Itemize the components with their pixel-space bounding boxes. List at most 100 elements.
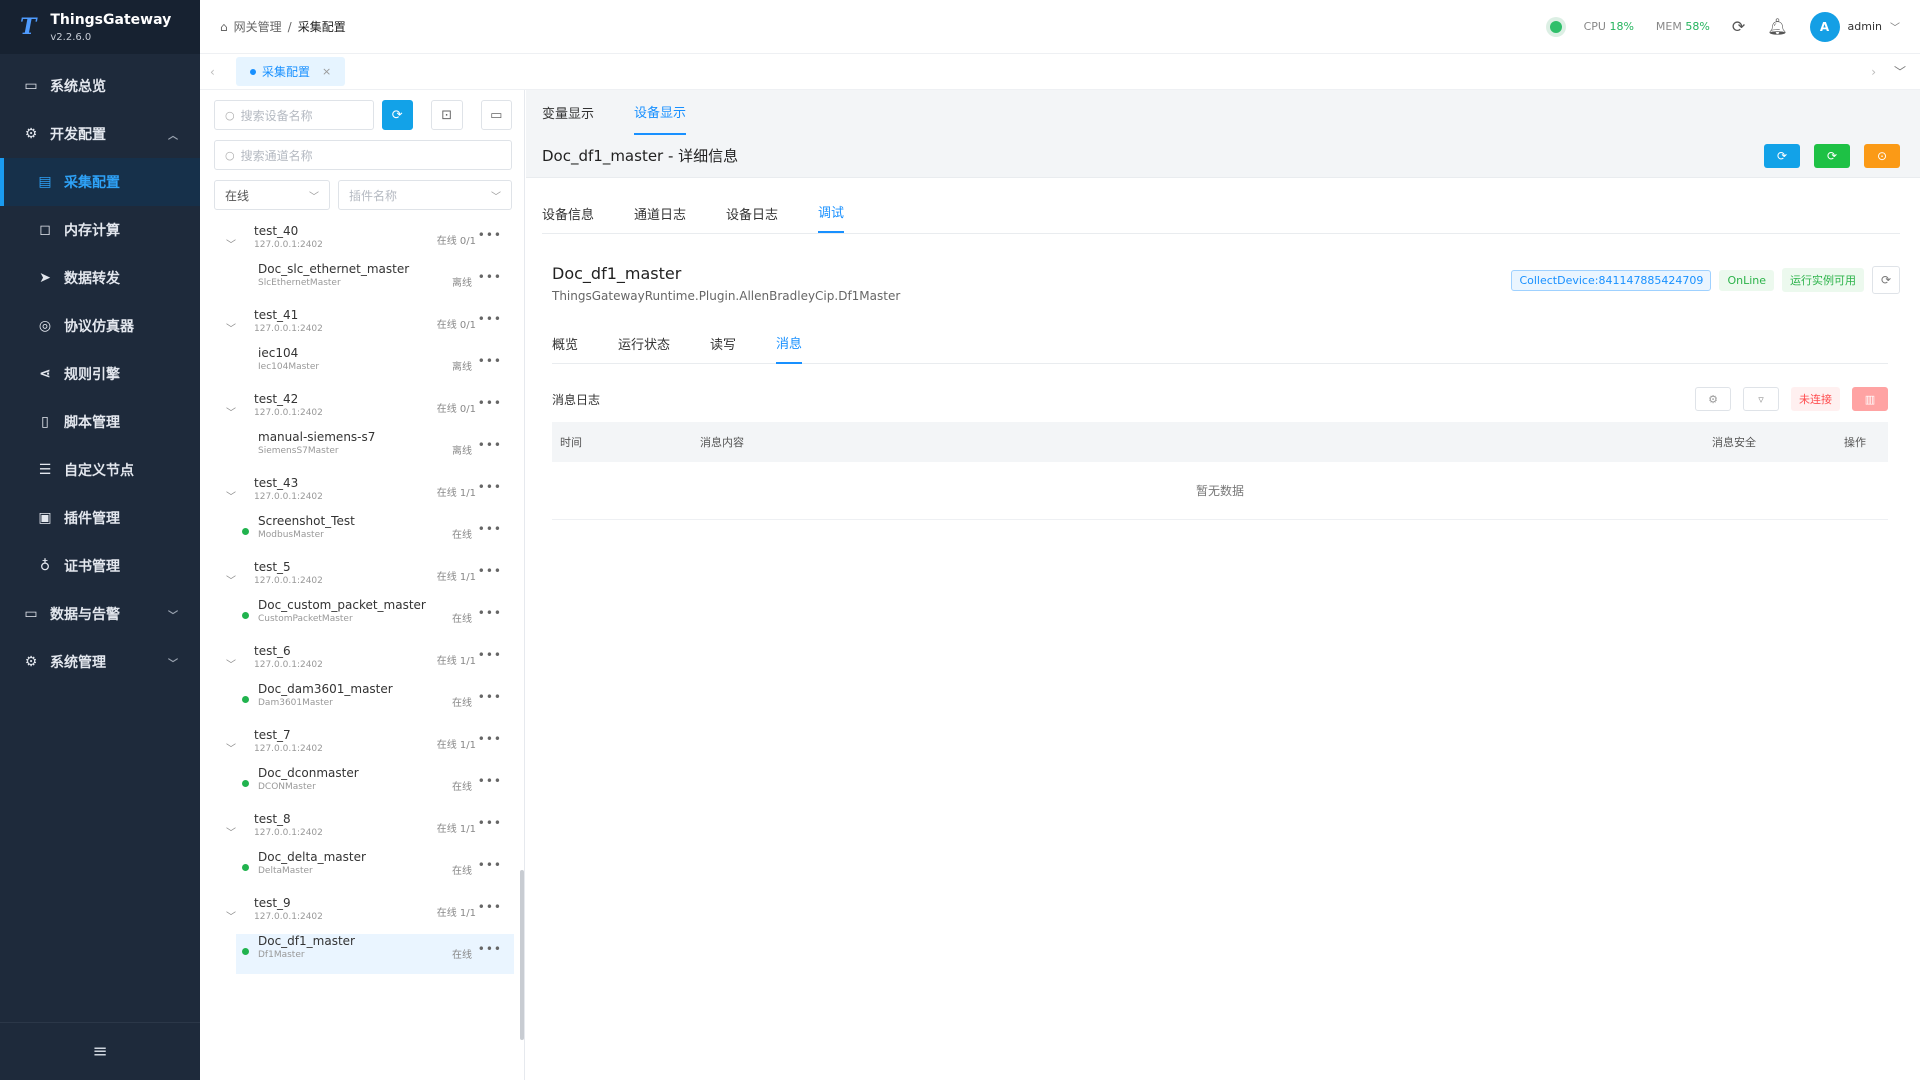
channel-row[interactable]: ﹀ test_42 127.0.0.1:2402 在线 0/1 ••• bbox=[200, 392, 524, 430]
channel-group: ﹀ test_7 127.0.0.1:2402 在线 1/1 ••• Doc_dc… bbox=[200, 722, 524, 806]
device-row[interactable]: Doc_delta_master DeltaMaster 在线 ••• bbox=[236, 850, 514, 890]
chevron-down-icon[interactable]: ﹀ bbox=[1894, 63, 1906, 80]
more-icon[interactable]: ••• bbox=[478, 816, 502, 830]
display-button[interactable]: ▭ bbox=[480, 100, 512, 130]
tree-scrollbar[interactable] bbox=[520, 870, 524, 1040]
chevron-down-icon[interactable]: ﹀ bbox=[226, 572, 236, 587]
sidebar-item-rule-engine[interactable]: ⋖ 规则引擎 bbox=[0, 350, 200, 398]
user-menu[interactable]: A admin ﹀ bbox=[1809, 11, 1900, 42]
tab-device-log[interactable]: 设备日志 bbox=[726, 204, 778, 233]
channel-row[interactable]: ﹀ test_8 127.0.0.1:2402 在线 1/1 ••• bbox=[200, 812, 524, 850]
close-icon[interactable]: × bbox=[322, 65, 331, 78]
status-select[interactable]: 在线 ﹀ bbox=[214, 180, 330, 210]
more-icon[interactable]: ••• bbox=[478, 732, 502, 746]
sidebar-item-script-manage[interactable]: ▯ 脚本管理 bbox=[0, 398, 200, 446]
chevron-right-icon[interactable]: › bbox=[1871, 65, 1876, 79]
restart-button[interactable]: ⟳ bbox=[1764, 143, 1800, 168]
channel-row[interactable]: ﹀ test_5 127.0.0.1:2402 在线 1/1 ••• bbox=[200, 560, 524, 598]
device-row-selected[interactable]: Doc_df1_master Df1Master 在线 ••• bbox=[236, 934, 514, 974]
column-header-time[interactable]: 时间 bbox=[560, 434, 582, 450]
channel-row[interactable]: ﹀ test_9 127.0.0.1:2402 在线 1/1 ••• bbox=[200, 896, 524, 934]
sidebar-item-custom-node[interactable]: ☰ 自定义节点 bbox=[0, 446, 200, 494]
collapse-sidebar-button[interactable]: ≡ bbox=[0, 1022, 200, 1080]
more-icon[interactable]: ••• bbox=[478, 228, 502, 242]
chevron-down-icon[interactable]: ﹀ bbox=[226, 236, 236, 251]
settings-button[interactable]: ⚙ bbox=[1695, 387, 1731, 411]
sidebar-item-system-manage[interactable]: ⚙ 系统管理 ﹀ bbox=[0, 638, 200, 686]
channel-row[interactable]: ﹀ test_41 127.0.0.1:2402 在线 0/1 ••• bbox=[200, 308, 524, 346]
tab-message[interactable]: 消息 bbox=[776, 323, 803, 364]
plugin-select[interactable]: 插件名称 ﹀ bbox=[338, 180, 512, 210]
more-icon[interactable]: ••• bbox=[478, 564, 502, 578]
pause-button[interactable]: ⊙ bbox=[1864, 143, 1900, 168]
channel-row[interactable]: ﹀ test_40 127.0.0.1:2402 在线 0/1 ••• bbox=[200, 224, 524, 262]
more-icon[interactable]: ••• bbox=[478, 396, 502, 410]
chevron-down-icon[interactable]: ﹀ bbox=[226, 824, 236, 839]
more-icon[interactable]: ••• bbox=[478, 858, 502, 872]
chevron-up-icon: ︿ bbox=[168, 130, 178, 142]
refresh-icon[interactable]: ⟳ bbox=[1732, 17, 1745, 36]
sidebar-item-plugin-manage[interactable]: ▣ 插件管理 bbox=[0, 494, 200, 542]
refresh-button[interactable]: ⟳ bbox=[381, 100, 413, 130]
channel-row[interactable]: ﹀ test_43 127.0.0.1:2402 在线 1/1 ••• bbox=[200, 476, 524, 514]
more-icon[interactable]: ••• bbox=[478, 942, 502, 956]
chevron-down-icon[interactable]: ﹀ bbox=[226, 908, 236, 923]
more-icon[interactable]: ••• bbox=[478, 480, 502, 494]
channel-row[interactable]: ﹀ test_6 127.0.0.1:2402 在线 1/1 ••• bbox=[200, 644, 524, 682]
chevron-down-icon[interactable]: ﹀ bbox=[226, 320, 236, 335]
more-icon[interactable]: ••• bbox=[478, 522, 502, 536]
sidebar-item-collect-config[interactable]: ▤ 采集配置 bbox=[0, 158, 200, 206]
tab-read-write[interactable]: 读写 bbox=[710, 324, 736, 363]
chevron-down-icon[interactable]: ﹀ bbox=[226, 404, 236, 419]
tab-debug[interactable]: 调试 bbox=[818, 202, 845, 233]
bell-icon[interactable]: 🔔︎ bbox=[1767, 17, 1787, 36]
more-icon[interactable]: ••• bbox=[478, 354, 502, 368]
sidebar-item-data-forward[interactable]: ➤ 数据转发 bbox=[0, 254, 200, 302]
chevron-left-icon[interactable]: ‹ bbox=[210, 65, 215, 79]
channel-row[interactable]: ﹀ test_7 127.0.0.1:2402 在线 1/1 ••• bbox=[200, 728, 524, 766]
more-icon[interactable]: ••• bbox=[478, 312, 502, 326]
chevron-down-icon[interactable]: ﹀ bbox=[226, 488, 236, 503]
more-icon[interactable]: ••• bbox=[478, 900, 502, 914]
device-row[interactable]: manual-siemens-s7 SiemensS7Master 离线 ••• bbox=[236, 430, 514, 470]
column-header-security[interactable]: 消息安全 bbox=[1712, 434, 1756, 450]
breadcrumb-item[interactable]: 网关管理 bbox=[234, 18, 282, 35]
more-icon[interactable]: ••• bbox=[478, 648, 502, 662]
tab-device-view[interactable]: 设备显示 bbox=[634, 90, 687, 135]
clear-button[interactable]: ▥ bbox=[1852, 387, 1888, 411]
sidebar-item-overview[interactable]: ▭ 系统总览 bbox=[0, 62, 200, 110]
device-row[interactable]: Screenshot_Test ModbusMaster 在线 ••• bbox=[236, 514, 514, 554]
sidebar-item-memory-calc[interactable]: ◻ 内存计算 bbox=[0, 206, 200, 254]
tab-device-info[interactable]: 设备信息 bbox=[542, 204, 594, 233]
filter-button[interactable]: ▿ bbox=[1743, 387, 1779, 411]
tab-channel-log[interactable]: 通道日志 bbox=[634, 204, 686, 233]
chevron-down-icon[interactable]: ﹀ bbox=[226, 656, 236, 671]
more-icon[interactable]: ••• bbox=[478, 690, 502, 704]
device-row[interactable]: Doc_dam3601_master Dam3601Master 在线 ••• bbox=[236, 682, 514, 722]
device-row[interactable]: iec104 Iec104Master 离线 ••• bbox=[236, 346, 514, 386]
more-icon[interactable]: ••• bbox=[478, 438, 502, 452]
tab-overview[interactable]: 概览 bbox=[552, 324, 578, 363]
more-icon[interactable]: ••• bbox=[478, 606, 502, 620]
tab-collect-config[interactable]: 采集配置 × bbox=[236, 57, 346, 86]
device-row[interactable]: Doc_dconmaster DCONMaster 在线 ••• bbox=[236, 766, 514, 806]
refresh-button[interactable]: ⟳ bbox=[1872, 266, 1900, 294]
tab-variable-view[interactable]: 变量显示 bbox=[542, 91, 594, 134]
start-button[interactable]: ⟳ bbox=[1814, 143, 1850, 168]
home-icon[interactable]: ⌂ bbox=[220, 20, 228, 34]
more-icon[interactable]: ••• bbox=[478, 774, 502, 788]
sidebar-item-certificate-manage[interactable]: ♁ 证书管理 bbox=[0, 542, 200, 590]
sidebar-item-dev-config[interactable]: ⚙ 开发配置 ︿ bbox=[0, 110, 200, 158]
sidebar-item-protocol-simulator[interactable]: ◎ 协议仿真器 bbox=[0, 302, 200, 350]
more-icon[interactable]: ••• bbox=[478, 270, 502, 284]
import-button[interactable]: ⊡ bbox=[431, 100, 463, 130]
column-header-content[interactable]: 消息内容 bbox=[700, 434, 744, 450]
channel-search-input[interactable]: ○ 搜索通道名称 bbox=[214, 140, 512, 170]
chevron-down-icon[interactable]: ﹀ bbox=[226, 740, 236, 755]
device-row[interactable]: Doc_slc_ethernet_master SlcEthernetMaster… bbox=[236, 262, 514, 302]
sidebar-item-data-alarm[interactable]: ▭ 数据与告警 ﹀ bbox=[0, 590, 200, 638]
device-search-input[interactable]: ○ 搜索设备名称 bbox=[214, 100, 374, 130]
script-icon: ▯ bbox=[41, 414, 49, 430]
device-row[interactable]: Doc_custom_packet_master CustomPacketMast… bbox=[236, 598, 514, 638]
tab-run-status[interactable]: 运行状态 bbox=[618, 324, 670, 363]
